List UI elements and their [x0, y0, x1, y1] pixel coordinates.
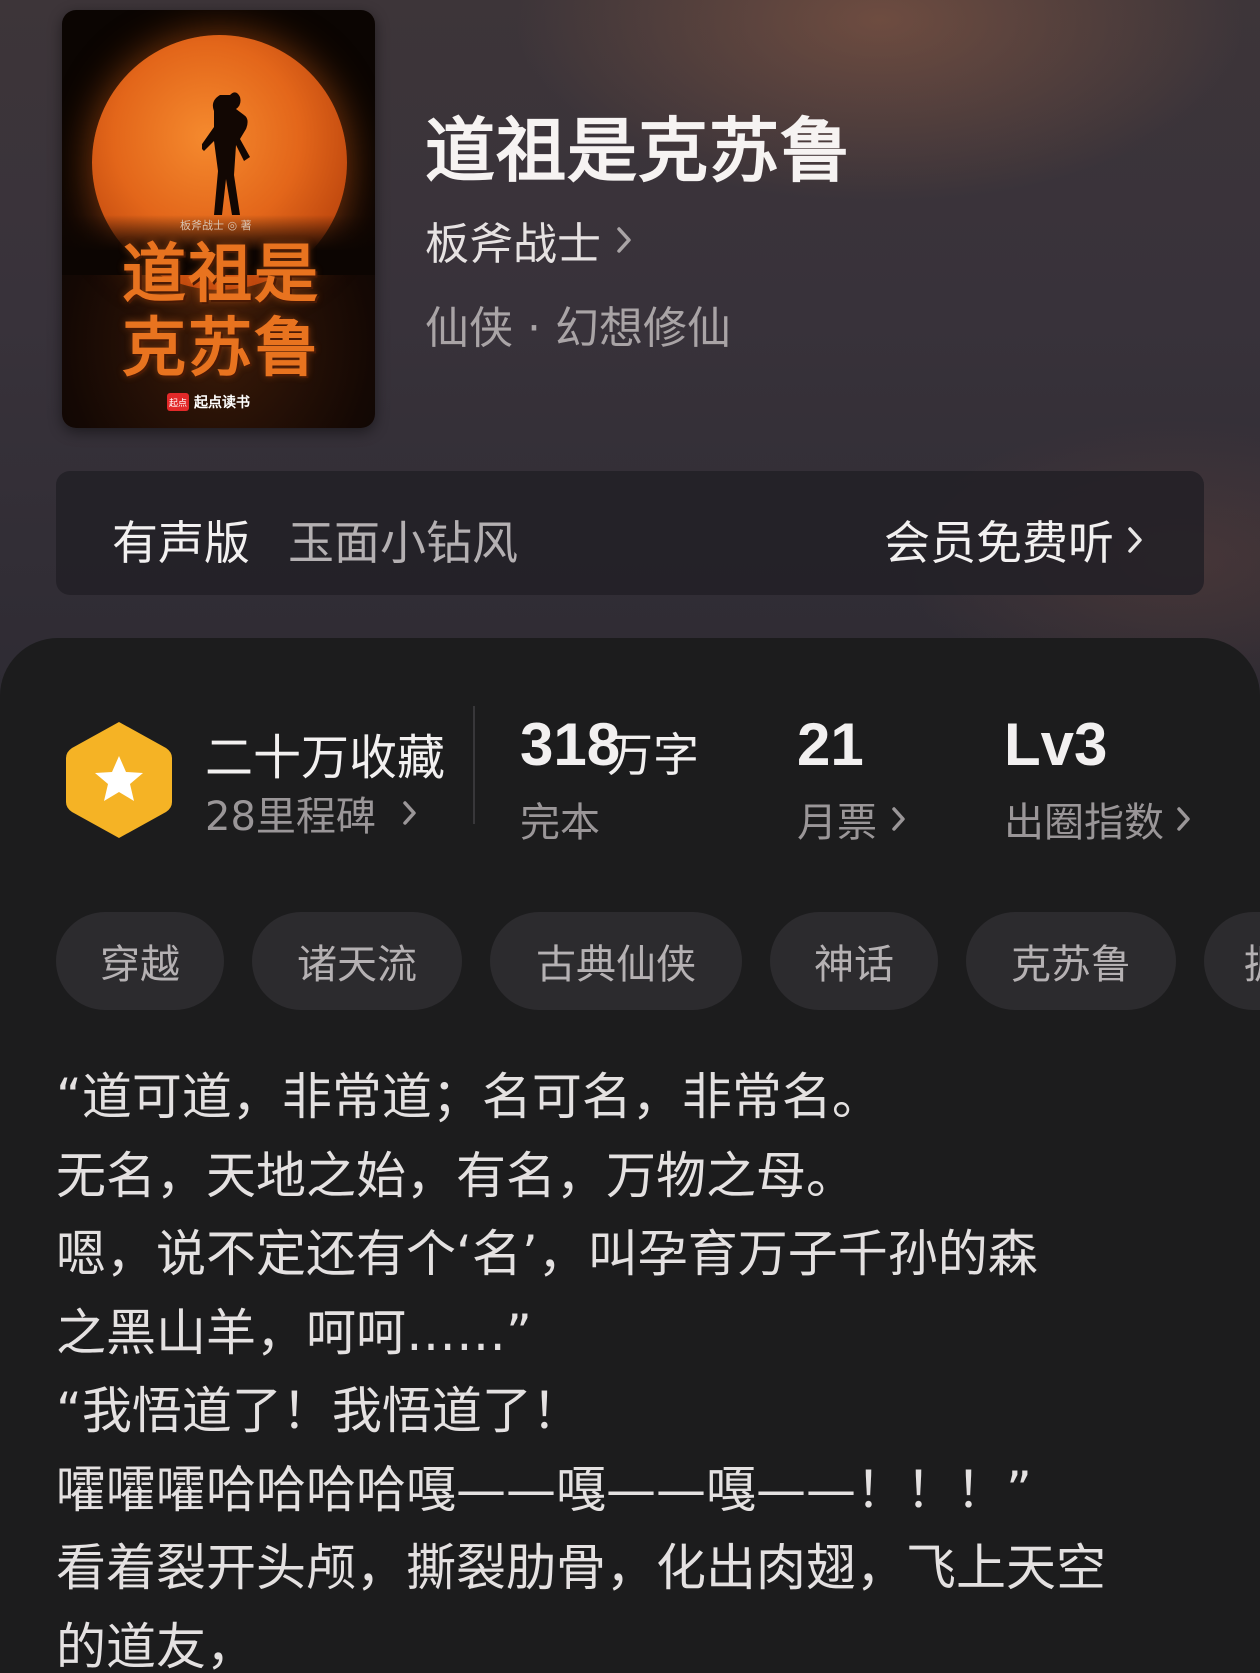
author-name: 板斧战士 — [425, 219, 601, 270]
cover-title-line: 道祖是 — [122, 237, 320, 312]
tag-chip[interactable]: 古典仙侠 — [490, 912, 742, 1010]
popularity-index-label: 出圈指数 — [1004, 800, 1164, 846]
stats-divider — [473, 706, 475, 824]
detail-panel: 二十万收藏 28里程碑 318 万字 完本 21 月票 Lv3 出圈指数 穿越 … — [0, 638, 1260, 1673]
word-count-number: 318 — [520, 711, 621, 778]
tag-chip[interactable]: 神话 — [770, 912, 938, 1010]
book-genre[interactable]: 仙侠 · 幻想修仙 — [425, 292, 731, 356]
synopsis-line: “我悟道了！我悟道了！ — [56, 1382, 582, 1440]
cover-publisher: 起点 起点读书 — [167, 392, 250, 412]
collect-count: 二十万收藏 — [205, 730, 446, 786]
cover-figure — [202, 92, 250, 215]
audio-narrator: 玉面小钻风 — [288, 516, 518, 570]
milestone-link[interactable]: 28里程碑 — [205, 784, 418, 842]
popularity-index-level: Lv3 — [1004, 711, 1108, 778]
tag-chip[interactable]: 据 — [1204, 912, 1260, 1010]
tag-chip[interactable]: 穿越 — [56, 912, 224, 1010]
book-cover[interactable]: 板斧战士 ◎ 著 道祖是 克苏鲁 起点 起点读书 — [62, 10, 375, 428]
book-title: 道祖是克苏鲁 — [425, 109, 851, 192]
vip-listen-label: 会员免费听 — [884, 516, 1114, 570]
star-hexagon-icon — [66, 722, 172, 838]
book-synopsis[interactable]: “道可道，非常道；名可名，非常名。 无名，天地之始，有名，万物之母。 嗯，说不定… — [56, 1058, 1216, 1673]
synopsis-line: 嚯嚯嚯哈哈哈哈嘎——嘎——嘎——！！！” — [56, 1460, 1032, 1519]
audio-label: 有声版 — [112, 516, 250, 570]
tag-list: 穿越 诸天流 古典仙侠 神话 克苏鲁 据 — [56, 912, 1260, 1010]
cover-title: 道祖是 克苏鲁 — [122, 238, 322, 386]
milestone-label: 28里程碑 — [205, 794, 376, 840]
tag-chip[interactable]: 克苏鲁 — [966, 912, 1176, 1010]
synopsis-line: “道可道，非常道；名可名，非常名。 — [56, 1068, 882, 1126]
cover-author: 板斧战士 ◎ 著 — [180, 219, 252, 232]
cover-title-line: 克苏鲁 — [122, 311, 320, 386]
monthly-votes-link: 月票 — [797, 790, 907, 848]
chevron-right-icon — [1128, 527, 1142, 553]
publisher-logo: 起点 — [167, 393, 189, 411]
vip-listen-button[interactable]: 会员免费听 — [884, 507, 1144, 573]
chevron-right-icon — [892, 807, 905, 831]
chevron-right-icon — [403, 801, 416, 825]
synopsis-line: 无名，天地之始，有名，万物之母。 — [56, 1146, 856, 1205]
audio-version-bar[interactable]: 有声版 玉面小钻风 会员免费听 — [56, 471, 1204, 595]
chevron-right-icon — [617, 227, 631, 253]
synopsis-line: 之黑山羊，呵呵……” — [56, 1303, 532, 1362]
tag-chip[interactable]: 诸天流 — [252, 912, 462, 1010]
synopsis-line: 看着裂开头颅，撕裂肋骨，化出肉翅，飞上天空 — [56, 1539, 1106, 1597]
popularity-index-link: 出圈指数 — [1004, 790, 1192, 848]
word-count-unit: 万字 — [607, 728, 699, 782]
monthly-votes-number: 21 — [797, 711, 864, 778]
chevron-right-icon — [1177, 807, 1190, 831]
publisher-name: 起点读书 — [194, 395, 250, 411]
synopsis-line: 嗯，说不定还有个‘名’，叫孕育万子千孙的森 — [56, 1225, 1038, 1283]
author-link[interactable]: 板斧战士 — [425, 208, 633, 272]
monthly-votes-label: 月票 — [797, 800, 877, 846]
synopsis-line: 的道友， — [56, 1617, 256, 1673]
completion-status: 完本 — [520, 800, 600, 846]
book-header: 板斧战士 ◎ 著 道祖是 克苏鲁 起点 起点读书 道祖是克苏鲁 板斧战士 仙侠 … — [0, 0, 1260, 700]
stats-row: 二十万收藏 28里程碑 318 万字 完本 21 月票 Lv3 出圈指数 — [0, 638, 1260, 878]
